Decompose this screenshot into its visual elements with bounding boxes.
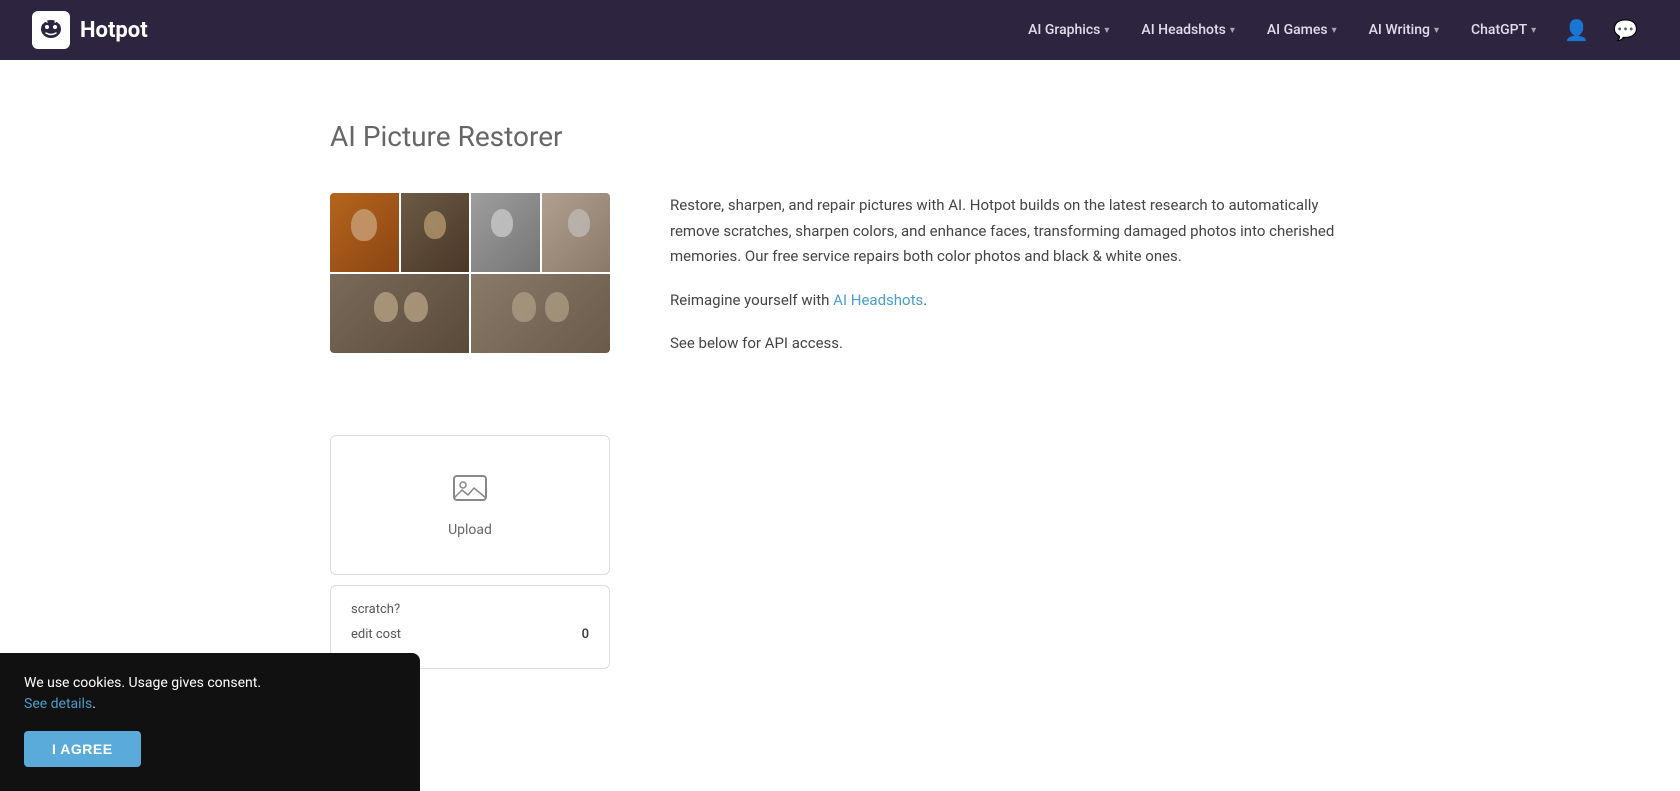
form-credit-label: edit cost: [351, 627, 401, 642]
description-para2-prefix: Reimagine yourself with: [670, 291, 833, 309]
nav-ai-games[interactable]: AI Games ▾: [1253, 14, 1351, 46]
ai-headshots-link[interactable]: AI Headshots: [833, 291, 923, 309]
description-para3: See below for API access.: [670, 331, 1350, 357]
nav-ai-writing-label: AI Writing: [1369, 22, 1430, 38]
chat-icon-button[interactable]: 💬: [1603, 10, 1648, 50]
page-title: AI Picture Restorer: [330, 120, 1350, 153]
form-row-credit: edit cost 0: [351, 627, 589, 642]
upload-label: Upload: [448, 522, 492, 538]
description-block: Restore, sharpen, and repair pictures wi…: [670, 193, 1350, 375]
nav-ai-headshots[interactable]: AI Headshots ▾: [1127, 14, 1248, 46]
cookie-period: .: [92, 696, 96, 712]
cookie-details-link[interactable]: See details: [24, 696, 92, 712]
photo-cell-6: [471, 274, 610, 353]
agree-button[interactable]: I AGREE: [24, 731, 141, 767]
photo-cell-2: [401, 193, 470, 272]
description-para2: Reimagine yourself with AI Headshots.: [670, 288, 1350, 314]
main-content: AI Picture Restorer: [290, 60, 1390, 709]
photo-cell-3: [471, 193, 540, 272]
nav-items: AI Graphics ▾ AI Headshots ▾ AI Games ▾ …: [1014, 10, 1648, 50]
cookie-banner: We use cookies. Usage gives consent. See…: [0, 653, 420, 791]
description-para1: Restore, sharpen, and repair pictures wi…: [670, 193, 1350, 270]
cookie-message: We use cookies. Usage gives consent.: [24, 675, 261, 691]
form-row-scratch: scratch?: [351, 602, 589, 617]
photo-cell-1: [330, 193, 399, 272]
nav-ai-graphics[interactable]: AI Graphics ▾: [1014, 14, 1123, 46]
nav-chatgpt-chevron: ▾: [1531, 25, 1536, 36]
logo-text: Hotpot: [80, 18, 148, 43]
form-scratch-label: scratch?: [351, 602, 400, 617]
nav-ai-games-chevron: ▾: [1332, 25, 1337, 36]
description-para2-suffix: .: [923, 291, 927, 309]
tool-section: Upload scratch? edit cost 0: [330, 435, 950, 669]
nav-chatgpt[interactable]: ChatGPT ▾: [1457, 14, 1550, 46]
photo-grid: [330, 193, 610, 353]
cookie-text: We use cookies. Usage gives consent. See…: [24, 673, 396, 715]
nav-ai-graphics-label: AI Graphics: [1028, 22, 1100, 38]
nav-ai-headshots-label: AI Headshots: [1141, 22, 1225, 38]
navbar: Hotpot AI Graphics ▾ AI Headshots ▾ AI G…: [0, 0, 1680, 60]
nav-ai-games-label: AI Games: [1267, 22, 1328, 38]
photo-cell-5: [330, 274, 469, 353]
photo-cell-4: [542, 193, 611, 272]
nav-ai-headshots-chevron: ▾: [1230, 25, 1235, 36]
user-icon-button[interactable]: 👤: [1554, 10, 1599, 50]
nav-ai-writing-chevron: ▾: [1434, 25, 1439, 36]
form-credit-value: 0: [582, 627, 589, 642]
logo-icon: [32, 11, 70, 49]
nav-chatgpt-label: ChatGPT: [1471, 22, 1527, 38]
upload-icon: [452, 472, 488, 512]
content-row: Restore, sharpen, and repair pictures wi…: [330, 193, 1350, 375]
logo-link[interactable]: Hotpot: [32, 11, 148, 49]
nav-ai-writing[interactable]: AI Writing ▾: [1355, 14, 1453, 46]
nav-ai-graphics-chevron: ▾: [1104, 25, 1109, 36]
upload-box[interactable]: Upload: [330, 435, 610, 575]
